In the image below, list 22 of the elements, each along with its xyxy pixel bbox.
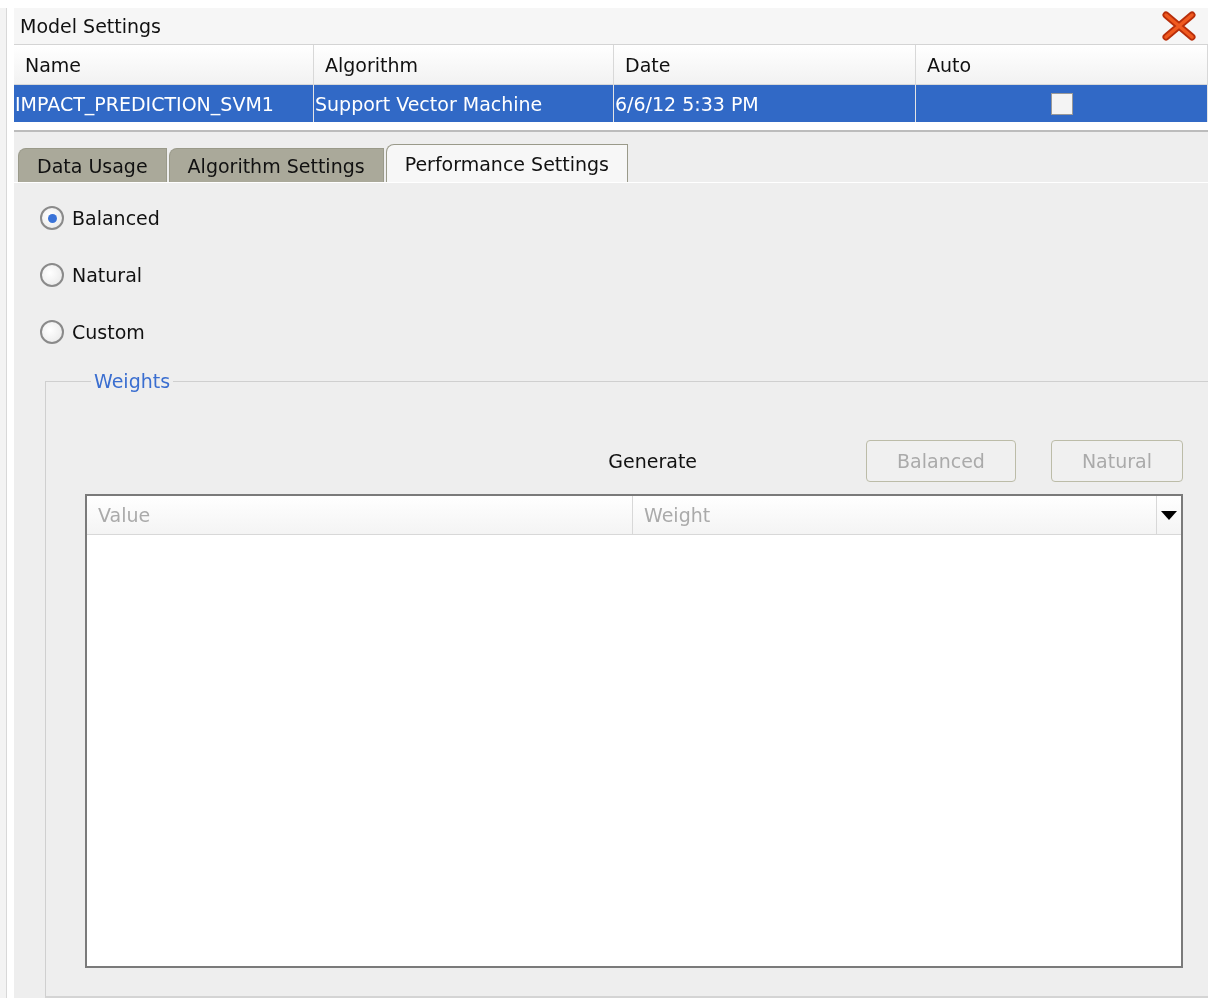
- table-cell: IMPACT_PREDICTION_SVM1: [14, 85, 314, 122]
- radio-label: Natural: [72, 264, 143, 286]
- table-cell: 6/6/12 5:33 PM: [614, 85, 916, 122]
- radio-label: Custom: [72, 321, 145, 343]
- dropdown-arrow-icon[interactable]: [1161, 510, 1177, 520]
- radio-label: Balanced: [72, 207, 160, 229]
- tab[interactable]: Data Usage: [18, 148, 167, 182]
- radio-button[interactable]: [40, 206, 64, 230]
- column-header[interactable]: Auto: [916, 45, 1208, 85]
- column-header[interactable]: Name: [14, 45, 314, 85]
- close-icon[interactable]: [1162, 11, 1196, 41]
- panel-title: Model Settings: [20, 15, 161, 37]
- tab[interactable]: Algorithm Settings: [168, 148, 384, 182]
- group-title: Weights: [93, 370, 172, 392]
- checkbox[interactable]: [1050, 92, 1073, 115]
- radio-button[interactable]: [40, 320, 64, 344]
- radio-button[interactable]: [40, 263, 64, 287]
- generate-label: Generate: [608, 450, 698, 472]
- tab[interactable]: Performance Settings: [385, 144, 628, 182]
- table-cell: Support Vector Machine: [314, 85, 614, 122]
- column-header[interactable]: Date: [614, 45, 916, 85]
- column-header[interactable]: Algorithm: [314, 45, 614, 85]
